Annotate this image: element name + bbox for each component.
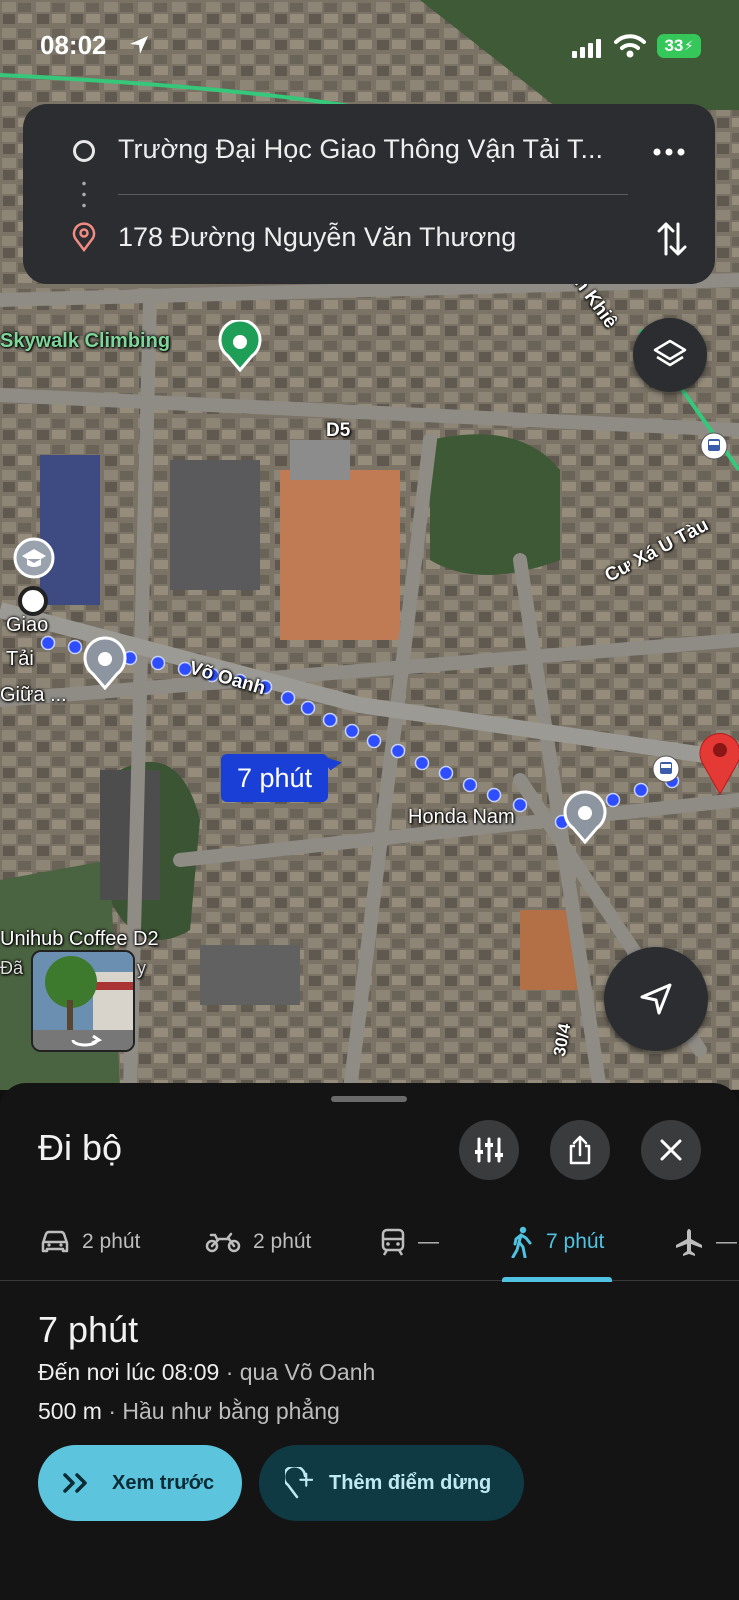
route-connector-dots — [82, 178, 86, 212]
car-icon — [41, 1230, 69, 1253]
route-time-bubble[interactable]: 7 phút — [221, 754, 329, 802]
place-pin-origin[interactable] — [82, 636, 128, 690]
share-icon — [569, 1135, 591, 1165]
street-view-image — [33, 952, 133, 1050]
active-tab-indicator — [502, 1277, 613, 1282]
charging-icon: ⚡ — [684, 38, 694, 53]
layers-button[interactable] — [633, 318, 707, 392]
street-view-thumbnail[interactable] — [31, 950, 135, 1052]
close-icon — [660, 1139, 682, 1161]
tab-car-label: 2 phút — [82, 1230, 141, 1253]
place-pin-honda[interactable] — [562, 790, 608, 844]
preview-button[interactable]: Xem trước — [38, 1445, 242, 1521]
tab-motorbike[interactable]: 2 phút — [205, 1203, 311, 1281]
navigation-arrow-icon — [640, 983, 672, 1015]
field-divider — [118, 194, 628, 195]
origin-marker — [18, 586, 48, 616]
destination-pin[interactable] — [697, 728, 739, 796]
map-label-giao[interactable]: Giao — [6, 614, 48, 637]
tab-motorbike-label: 2 phút — [253, 1230, 312, 1253]
wifi-icon — [614, 34, 646, 58]
layers-icon — [653, 339, 687, 367]
route-options-button[interactable] — [459, 1120, 519, 1180]
bus-stop-icon[interactable] — [700, 432, 728, 460]
walking-icon — [511, 1226, 532, 1258]
close-button[interactable] — [641, 1120, 701, 1180]
add-stop-button-label: Thêm điểm dừng — [329, 1471, 492, 1494]
school-pin[interactable] — [12, 536, 56, 580]
tab-flight-label: — — [716, 1230, 737, 1253]
battery-level: 33 — [664, 36, 684, 55]
map-label-unihub-sub: Đã — [0, 958, 24, 978]
destination-pin-icon — [72, 222, 96, 252]
status-time: 08:02 — [40, 30, 107, 60]
destination-field[interactable]: 178 Đường Nguyễn Văn Thương — [118, 222, 516, 253]
sheet-title: Đi bộ — [38, 1127, 123, 1168]
origin-field[interactable]: Trường Đại Học Giao Thông Vận Tải T... — [118, 134, 628, 165]
route-duration: 7 phút — [38, 1309, 139, 1350]
add-stop-button[interactable]: Thêm điểm dừng — [259, 1445, 524, 1521]
bus-stop-icon[interactable] — [652, 755, 680, 783]
tab-walk[interactable]: 7 phút — [502, 1203, 613, 1282]
location-arrow-icon — [130, 36, 148, 54]
route-input-card: Trường Đại Học Giao Thông Vận Tải T... 1… — [23, 104, 715, 284]
tab-walk-label: 7 phút — [546, 1230, 605, 1253]
map-label-d5: D5 — [326, 420, 351, 441]
more-horizontal-icon — [653, 148, 685, 156]
map-label-unihub-sub2: y — [137, 958, 146, 978]
tab-car[interactable]: 2 phút — [40, 1203, 140, 1281]
swap-vertical-icon — [657, 222, 687, 256]
cellular-signal-icon — [572, 39, 601, 58]
distance-info: 500 m · Hầu như bằng phẳng — [38, 1398, 340, 1425]
map-label-honda[interactable]: Honda Nam — [408, 806, 515, 829]
tune-sliders-icon — [475, 1137, 503, 1163]
origin-circle-icon — [73, 140, 95, 162]
double-chevron-right-icon — [63, 1473, 87, 1493]
map-label-unihub[interactable]: Unihub Coffee D2 — [0, 928, 159, 951]
share-button[interactable] — [550, 1120, 610, 1180]
map-label-tai[interactable]: Tải — [6, 648, 34, 671]
train-icon — [381, 1228, 405, 1256]
travel-mode-tabs: 2 phút 2 phút — 7 phút — — [0, 1203, 739, 1282]
arrival-time: Đến nơi lúc 08:09 — [38, 1359, 220, 1385]
tab-flight[interactable]: — — [674, 1203, 737, 1281]
status-bar: 08:02 33 ⚡ — [0, 0, 739, 96]
my-location-button[interactable] — [604, 947, 708, 1051]
route-terrain: · Hầu như bằng phẳng — [101, 1398, 340, 1424]
preview-button-label: Xem trước — [112, 1471, 215, 1494]
battery-indicator: 33 ⚡ — [657, 34, 701, 58]
route-distance: 500 m — [38, 1398, 102, 1424]
map-label-giua[interactable]: Giữa ... — [0, 684, 67, 707]
arrival-info: Đến nơi lúc 08:09 · qua Võ Oanh — [38, 1359, 375, 1386]
airplane-icon — [676, 1229, 702, 1256]
directions-sheet: Đi bộ 2 phút 2 phút — 7 phút — 7 phút Đế… — [0, 1083, 739, 1600]
map-label-skywalk[interactable]: Skywalk Climbing — [0, 330, 170, 353]
more-options-button[interactable] — [645, 132, 693, 172]
sheet-drag-handle[interactable] — [331, 1096, 407, 1102]
motorbike-icon — [205, 1232, 241, 1253]
route-via: · qua Võ Oanh — [219, 1359, 376, 1385]
place-pin-skywalk[interactable] — [218, 320, 262, 372]
tab-transit[interactable]: — — [380, 1203, 439, 1281]
add-location-icon — [285, 1467, 313, 1499]
swap-route-button[interactable] — [649, 216, 695, 262]
tab-transit-label: — — [418, 1230, 439, 1253]
